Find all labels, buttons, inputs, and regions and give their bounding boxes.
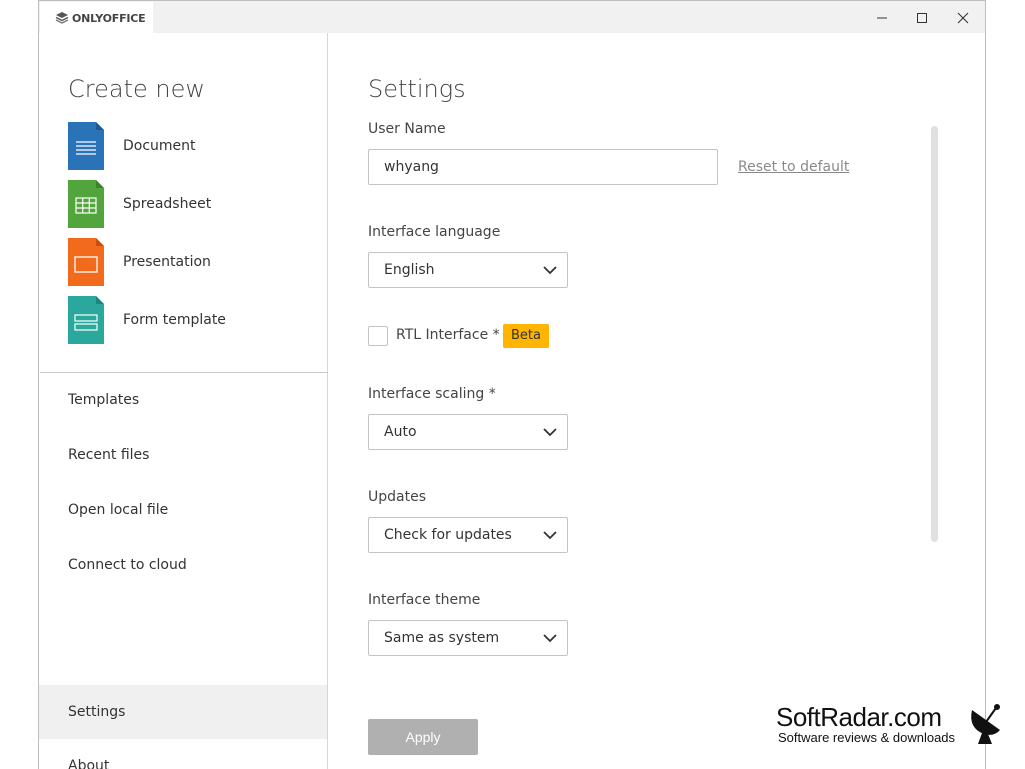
document-icon bbox=[68, 122, 104, 170]
watermark-subtitle: Software reviews & downloads bbox=[778, 730, 956, 745]
minimize-button[interactable] bbox=[862, 2, 902, 34]
sidebar-item-settings[interactable]: Settings bbox=[39, 685, 327, 739]
updates-select[interactable]: Check for updates bbox=[368, 517, 568, 553]
sidebar-item-templates[interactable]: Templates bbox=[39, 373, 327, 427]
settings-title: Settings bbox=[368, 75, 466, 103]
sidebar-item-about[interactable]: About bbox=[39, 739, 327, 769]
create-form-template-label: Form template bbox=[123, 312, 226, 328]
create-new-title: Create new bbox=[68, 75, 205, 103]
chevron-down-icon bbox=[543, 266, 557, 275]
interface-theme-label: Interface theme bbox=[368, 592, 481, 608]
create-spreadsheet-label: Spreadsheet bbox=[123, 196, 212, 212]
sidebar: Create new Document Spreadsheet Presenta… bbox=[39, 33, 328, 769]
reset-to-default-link[interactable]: Reset to default bbox=[738, 159, 849, 175]
updates-label: Updates bbox=[368, 489, 426, 505]
create-presentation-label: Presentation bbox=[123, 254, 211, 270]
interface-scaling-value: Auto bbox=[384, 424, 417, 440]
beta-badge: Beta bbox=[503, 324, 549, 348]
interface-language-value: English bbox=[384, 262, 435, 278]
create-presentation-button[interactable]: Presentation bbox=[68, 238, 318, 286]
maximize-button[interactable] bbox=[902, 2, 942, 34]
create-spreadsheet-button[interactable]: Spreadsheet bbox=[68, 180, 318, 228]
softradar-watermark: SoftRadar.com Software reviews & downloa… bbox=[776, 700, 1016, 760]
app-window: ONLYOFFICE Create new Document Spreadshe… bbox=[38, 0, 986, 769]
sidebar-item-connect-to-cloud[interactable]: Connect to cloud bbox=[39, 538, 327, 592]
create-document-label: Document bbox=[123, 138, 196, 154]
maximize-icon bbox=[917, 13, 927, 23]
form-template-icon bbox=[68, 296, 104, 344]
settings-scrollbar[interactable] bbox=[931, 126, 938, 542]
spreadsheet-icon bbox=[68, 180, 104, 228]
sidebar-item-recent-files[interactable]: Recent files bbox=[39, 428, 327, 482]
interface-scaling-select[interactable]: Auto bbox=[368, 414, 568, 450]
rtl-interface-label: RTL Interface * bbox=[396, 327, 500, 343]
close-icon bbox=[957, 12, 969, 24]
sidebar-item-open-local-file[interactable]: Open local file bbox=[39, 483, 327, 537]
settings-panel: Settings User Name Reset to default Inte… bbox=[329, 33, 985, 769]
user-name-label: User Name bbox=[368, 121, 446, 137]
presentation-icon bbox=[68, 238, 104, 286]
interface-theme-select[interactable]: Same as system bbox=[368, 620, 568, 656]
chevron-down-icon bbox=[543, 634, 557, 643]
create-form-template-button[interactable]: Form template bbox=[68, 296, 318, 344]
interface-theme-value: Same as system bbox=[384, 630, 500, 646]
chevron-down-icon bbox=[543, 531, 557, 540]
interface-language-select[interactable]: English bbox=[368, 252, 568, 288]
close-button[interactable] bbox=[943, 2, 983, 34]
interface-language-label: Interface language bbox=[368, 224, 501, 240]
app-tab[interactable]: ONLYOFFICE bbox=[40, 2, 153, 34]
create-document-button[interactable]: Document bbox=[68, 122, 318, 170]
watermark-title: SoftRadar.com bbox=[776, 702, 942, 732]
onlyoffice-logo-icon bbox=[55, 12, 69, 24]
chevron-down-icon bbox=[543, 428, 557, 437]
updates-value: Check for updates bbox=[384, 527, 512, 543]
interface-scaling-label: Interface scaling * bbox=[368, 386, 496, 402]
user-name-input[interactable] bbox=[368, 149, 718, 185]
app-brand-label: ONLYOFFICE bbox=[72, 11, 146, 25]
title-bar: ONLYOFFICE bbox=[39, 0, 985, 34]
apply-button[interactable]: Apply bbox=[368, 719, 478, 755]
satellite-dish-icon bbox=[971, 704, 1000, 744]
rtl-interface-checkbox[interactable] bbox=[368, 326, 388, 346]
minimize-icon bbox=[877, 17, 887, 19]
